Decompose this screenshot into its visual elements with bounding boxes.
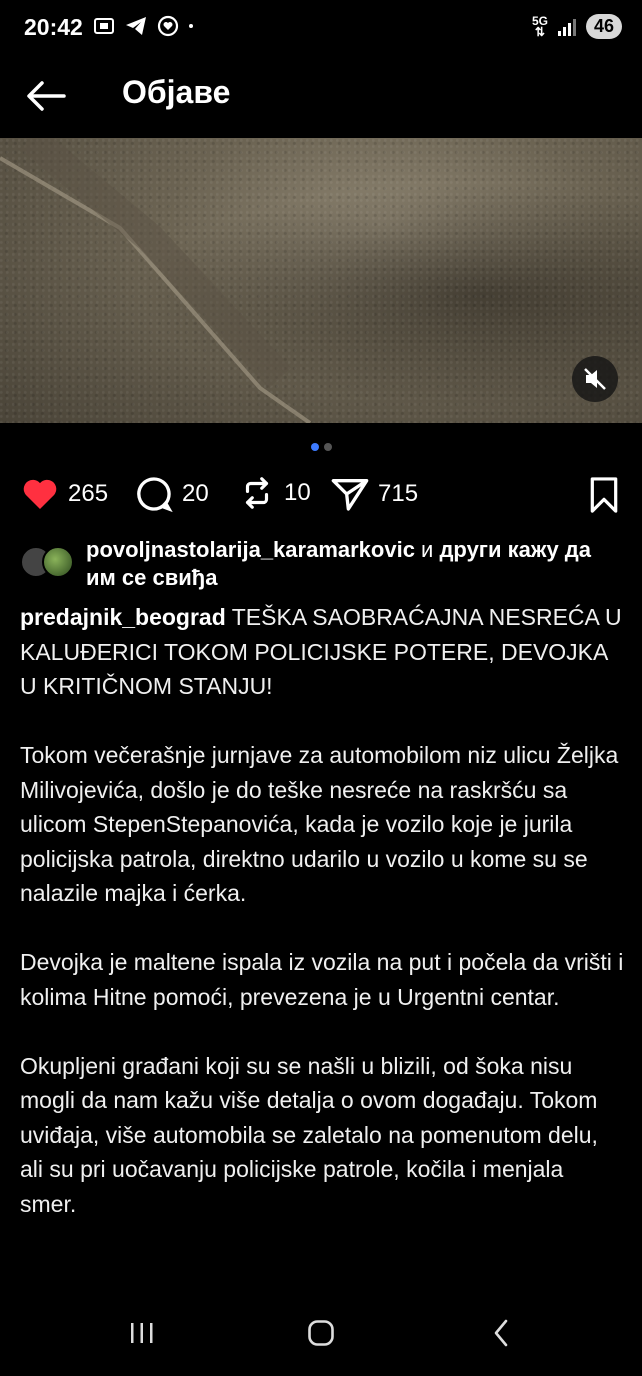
comment-count: 20 (182, 480, 209, 507)
home-icon (308, 1320, 334, 1346)
system-back-button[interactable] (477, 1308, 527, 1358)
speaker-muted-icon (584, 368, 606, 390)
post-author[interactable]: predajnik_beograd (20, 604, 226, 630)
recent-apps-button[interactable] (117, 1308, 167, 1358)
post-actions: 265 20 10 715 (20, 474, 622, 518)
repost-button[interactable]: 10 (238, 474, 311, 512)
caption-headline: predajnik_beograd TEŠKA SAOBRAĆAJNA NESR… (20, 600, 624, 704)
telegram-icon (126, 17, 146, 35)
share-button[interactable]: 715 (330, 474, 418, 514)
repost-count: 10 (284, 479, 311, 506)
carousel-indicator (0, 443, 642, 451)
liked-by-connector: и (414, 537, 440, 562)
like-button[interactable]: 265 (20, 474, 108, 514)
notification-icons (92, 14, 200, 38)
liker-avatars (20, 546, 76, 580)
curb-line (0, 138, 312, 423)
recent-apps-icon (131, 1323, 153, 1343)
liked-by-text: povoljnastolarija_karamarkovic и други к… (86, 536, 626, 592)
avatar (42, 546, 74, 578)
network-type: 5G ⇅ (531, 13, 548, 39)
repost-icon (245, 477, 269, 509)
post-video[interactable] (0, 138, 642, 423)
home-button[interactable] (296, 1308, 346, 1358)
system-navigation-bar (0, 1290, 642, 1376)
status-bar: 20:42 5G ⇅ 46 (0, 0, 642, 58)
page-title: Објаве (122, 74, 231, 110)
app-header: Објаве (0, 58, 642, 138)
caption-paragraph-3: Okupljeni građani koji su se našli u bli… (20, 1052, 598, 1217)
bookmark-icon (590, 477, 618, 513)
status-right: 5G ⇅ 46 (532, 14, 622, 39)
save-button[interactable] (586, 476, 622, 519)
status-time: 20:42 (24, 14, 83, 40)
notification-dot-icon (189, 24, 193, 28)
send-paper-plane-icon (331, 479, 369, 511)
carousel-dot-active (310, 443, 319, 451)
liker-username[interactable]: povoljnastolarija_karamarkovic (86, 537, 415, 562)
comment-bubble-icon (137, 477, 173, 513)
signal-icon (557, 18, 576, 36)
mute-button[interactable] (572, 356, 618, 402)
messenger-heart-icon (157, 15, 179, 37)
like-count: 265 (68, 480, 109, 507)
screenshot-icon (94, 18, 114, 34)
heart-icon (23, 479, 57, 509)
caption-paragraph-1: Tokom večerašnje jurnjave za automobilom… (20, 742, 619, 906)
share-count: 715 (378, 480, 419, 507)
carousel-dot (323, 443, 332, 451)
comment-button[interactable]: 20 (134, 474, 209, 514)
back-button[interactable] (22, 72, 70, 120)
chevron-left-icon (494, 1319, 508, 1347)
battery-indicator: 46 (585, 14, 622, 39)
post-caption: predajnik_beograd TEŠKA SAOBRAĆAJNA NESR… (20, 600, 624, 1256)
caption-paragraph-2: Devojka je maltene ispala iz vozila na p… (20, 949, 624, 1010)
arrow-left-icon (27, 81, 66, 111)
